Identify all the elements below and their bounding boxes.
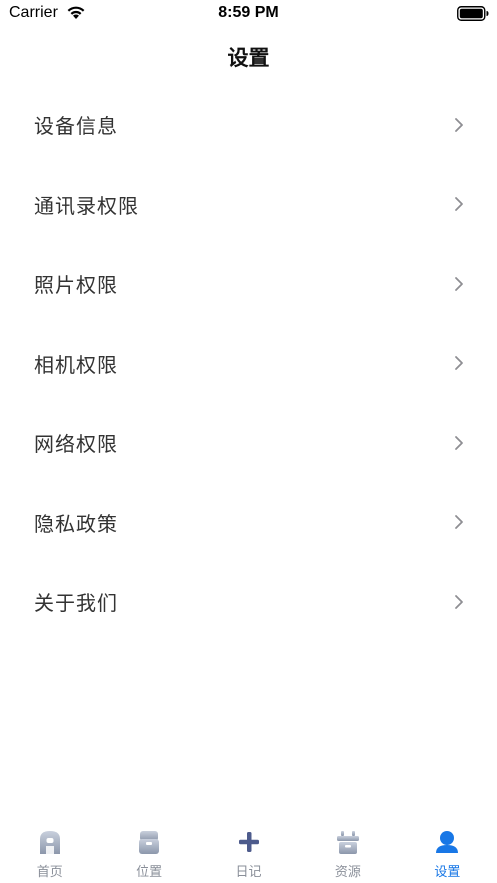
- tab-settings[interactable]: 设置: [398, 822, 497, 883]
- home-icon: [39, 831, 60, 854]
- chevron-right-icon: [455, 197, 463, 212]
- chevron-right-icon: [455, 515, 463, 530]
- settings-item-label: 网络权限: [34, 432, 118, 457]
- status-bar: Carrier 8:59 PM: [0, 0, 497, 28]
- tab-diary[interactable]: 日记: [199, 822, 298, 883]
- tab-home[interactable]: 首页: [0, 822, 99, 883]
- settings-list: 设备信息 通讯录权限 照片权限 相机权限 网络权限 隐私政策 关于我们: [0, 85, 497, 642]
- clock: 8:59 PM: [218, 4, 279, 21]
- chevron-right-icon: [455, 356, 463, 371]
- settings-item-label: 相机权限: [34, 352, 118, 377]
- settings-item-privacy-policy[interactable]: 隐私政策: [0, 483, 497, 563]
- location-icon: [139, 831, 160, 854]
- chevron-right-icon: [455, 435, 463, 450]
- page-title: 设置: [227, 46, 270, 70]
- resources-icon: [336, 831, 359, 854]
- tab-label: 位置: [136, 865, 163, 880]
- chevron-right-icon: [455, 594, 463, 609]
- battery-icon: [457, 6, 489, 21]
- tab-label: 首页: [36, 865, 63, 880]
- plus-icon: [238, 832, 259, 852]
- settings-item-label: 设备信息: [34, 114, 118, 139]
- settings-item-label: 关于我们: [34, 591, 118, 616]
- settings-item-contacts-permission[interactable]: 通讯录权限: [0, 165, 497, 245]
- settings-item-label: 隐私政策: [34, 511, 118, 536]
- settings-item-label: 通讯录权限: [34, 193, 139, 218]
- settings-item-camera-permission[interactable]: 相机权限: [0, 324, 497, 404]
- tab-resources[interactable]: 资源: [298, 822, 397, 883]
- settings-item-about-us[interactable]: 关于我们: [0, 562, 497, 642]
- tab-location[interactable]: 位置: [99, 822, 198, 883]
- tab-bar: 首页 位置 日记 资源 设置: [0, 822, 497, 883]
- tab-label: 设置: [434, 865, 461, 880]
- settings-item-label: 照片权限: [34, 273, 118, 298]
- tab-label: 资源: [334, 865, 361, 880]
- chevron-right-icon: [455, 276, 463, 291]
- settings-screen: Carrier 8:59 PM 设置 设备信息 通讯录权限 照片权限 相机权限 …: [0, 0, 497, 883]
- settings-item-photos-permission[interactable]: 照片权限: [0, 244, 497, 324]
- chevron-right-icon: [455, 117, 463, 132]
- tab-label: 日记: [235, 865, 262, 880]
- settings-item-network-permission[interactable]: 网络权限: [0, 403, 497, 483]
- user-icon: [436, 831, 459, 853]
- settings-item-device-info[interactable]: 设备信息: [0, 85, 497, 165]
